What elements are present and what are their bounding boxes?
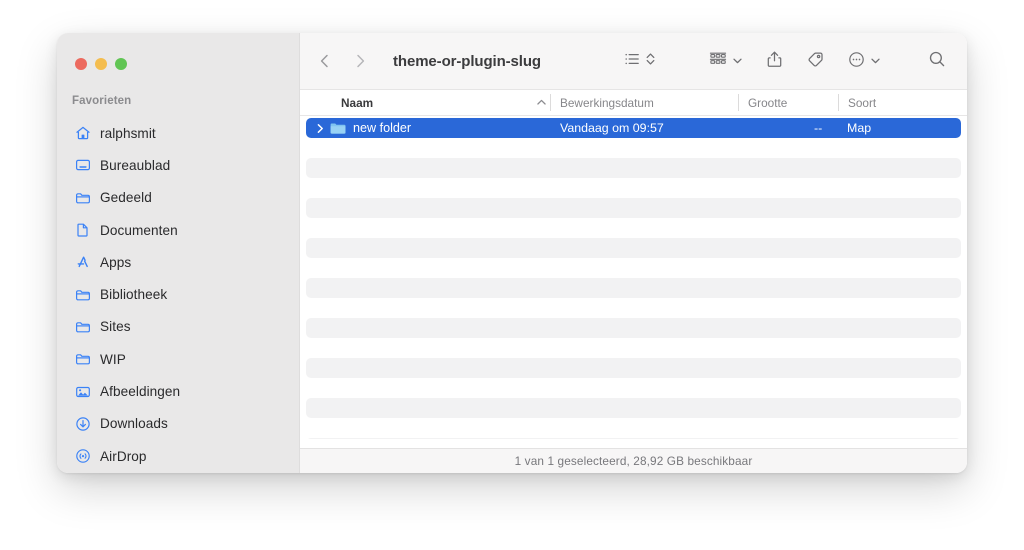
window-controls [75, 58, 127, 70]
share-button[interactable] [765, 50, 784, 74]
group-by-icon[interactable] [708, 50, 728, 73]
sidebar-item-label: Bibliotheek [100, 287, 168, 303]
column-divider[interactable] [838, 94, 839, 111]
sidebar-item-label: Sites [100, 319, 131, 335]
more-actions-control[interactable] [847, 50, 881, 74]
empty-row-stripe [306, 318, 961, 338]
sidebar-item-label: AirDrop [100, 448, 147, 464]
sidebar-item-label: Downloads [100, 416, 168, 432]
download-icon [74, 415, 91, 432]
close-button[interactable] [75, 58, 87, 70]
column-header-date[interactable]: Bewerkingsdatum [560, 90, 654, 115]
sidebar-item-bibliotheek[interactable]: Bibliotheek [57, 278, 299, 310]
sidebar-item-wip[interactable]: WIP [57, 343, 299, 375]
back-icon[interactable] [314, 50, 336, 72]
folder-icon [74, 189, 91, 206]
airdrop-icon [74, 448, 91, 465]
sidebar-item-label: Apps [100, 254, 132, 270]
file-size: -- [814, 121, 823, 135]
disclosure-triangle-icon[interactable] [312, 123, 328, 134]
ellipsis-circle-icon[interactable] [847, 50, 866, 74]
sidebar-item-label: WIP [100, 351, 126, 367]
sidebar-list: ralphsmit Bureaublad Gedeeld Documenten … [57, 117, 299, 472]
toolbar: theme-or-plugin-slug [300, 33, 967, 90]
up-down-chevron-icon[interactable] [645, 50, 656, 73]
window-title: theme-or-plugin-slug [393, 52, 541, 70]
tag-icon[interactable] [806, 50, 825, 74]
chevron-down-icon[interactable] [732, 53, 743, 71]
list-view-icon[interactable] [623, 50, 641, 73]
folder-icon [74, 351, 91, 368]
column-header-kind[interactable]: Soort [848, 90, 876, 115]
desktop-icon [74, 157, 91, 174]
folder-icon [74, 286, 91, 303]
empty-row-stripe [306, 278, 961, 298]
finder-window: Favorieten ralphsmit Bureaublad Gedeeld … [57, 33, 967, 473]
folder-icon [74, 318, 91, 335]
file-date: Vandaag om 09:57 [560, 121, 664, 135]
content-pane: theme-or-plugin-slug Naam Bewerkingsdatu… [300, 33, 967, 473]
sidebar-item-documenten[interactable]: Documenten [57, 214, 299, 246]
sidebar-item-apps[interactable]: Apps [57, 246, 299, 278]
sidebar-item-gedeeld[interactable]: Gedeeld [57, 182, 299, 214]
document-icon [74, 222, 91, 239]
toolbar-right-group [623, 33, 967, 90]
table-row[interactable]: new folder Vandaag om 09:57 -- Map [306, 118, 961, 138]
sidebar-item-label: Afbeeldingen [100, 384, 181, 400]
maximize-button[interactable] [115, 58, 127, 70]
file-name: new folder [353, 121, 412, 135]
sidebar-item-afbeeldingen[interactable]: Afbeeldingen [57, 375, 299, 407]
empty-row-stripe [306, 198, 961, 218]
search-icon[interactable] [927, 49, 947, 74]
empty-row-stripe [306, 438, 961, 439]
sidebar-item-airdrop[interactable]: AirDrop [57, 440, 299, 472]
sidebar-section-title: Favorieten [72, 95, 132, 107]
sidebar-item-label: ralphsmit [100, 125, 156, 141]
tag-button[interactable] [806, 50, 825, 74]
arrange-by-control[interactable] [708, 50, 743, 73]
sidebar-item-sites[interactable]: Sites [57, 311, 299, 343]
empty-row-stripe [306, 158, 961, 178]
sort-ascending-icon [536, 90, 547, 115]
column-divider[interactable] [550, 94, 551, 111]
file-list: new folder Vandaag om 09:57 -- Map [300, 116, 967, 439]
appstore-icon [74, 254, 91, 271]
status-bar-text: 1 van 1 geselecteerd, 28,92 GB beschikba… [514, 454, 753, 468]
file-kind: Map [847, 121, 872, 135]
sidebar-item-label: Bureaublad [100, 157, 171, 173]
forward-icon[interactable] [349, 50, 371, 72]
sidebar-item-downloads[interactable]: Downloads [57, 408, 299, 440]
chevron-down-icon[interactable] [870, 53, 881, 71]
sidebar: Favorieten ralphsmit Bureaublad Gedeeld … [57, 33, 300, 473]
screenshot-canvas: Favorieten ralphsmit Bureaublad Gedeeld … [0, 0, 1024, 550]
column-header-name[interactable]: Naam [341, 90, 373, 115]
column-header-size[interactable]: Grootte [748, 90, 787, 115]
photos-icon [74, 383, 91, 400]
sidebar-item-label: Gedeeld [100, 190, 152, 206]
view-mode-control[interactable] [623, 50, 656, 73]
empty-row-stripe [306, 238, 961, 258]
folder-icon [330, 121, 346, 135]
sidebar-item-ralphsmit[interactable]: ralphsmit [57, 117, 299, 149]
home-icon [74, 125, 91, 142]
sidebar-item-bureaublad[interactable]: Bureaublad [57, 149, 299, 181]
navigation-buttons [314, 50, 371, 72]
empty-row-stripe [306, 398, 961, 418]
share-icon[interactable] [765, 50, 784, 74]
column-divider[interactable] [738, 94, 739, 111]
status-bar: 1 van 1 geselecteerd, 28,92 GB beschikba… [300, 448, 967, 473]
empty-row-stripe [306, 358, 961, 378]
sidebar-item-label: Documenten [100, 222, 178, 238]
minimize-button[interactable] [95, 58, 107, 70]
column-headers: Naam Bewerkingsdatum Grootte Soort [300, 90, 967, 116]
search-button[interactable] [927, 49, 947, 74]
